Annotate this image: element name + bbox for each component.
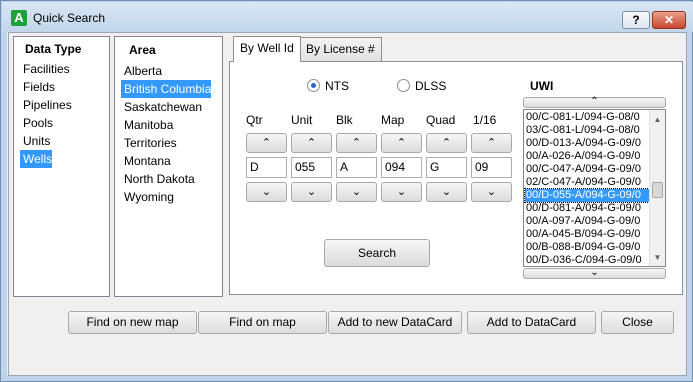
find-on-new-map-button[interactable]: Find on new map [68,311,197,334]
qtr-up-button[interactable]: ⌃ [246,133,287,153]
unit-field[interactable]: 055 [291,157,332,178]
unit-down-button[interactable]: ⌄ [291,182,332,202]
quad-label: Quad [426,113,456,127]
uwi-list-item[interactable]: 00/D-055-A/094-G-09/0 [524,188,652,203]
map-label: Map [381,113,405,127]
area-item[interactable]: Wyoming [121,188,174,206]
scroll-up-arrow-icon[interactable]: ▲ [650,112,665,127]
scroll-down-arrow-icon[interactable]: ▼ [650,250,665,265]
close-window-button[interactable]: ✕ [652,11,686,29]
chevron-up-icon: ⌃ [396,137,407,149]
uwi-list-item[interactable]: 00/A-045-B/094-G-09/0 [525,228,651,241]
add-to-datacard-button[interactable]: Add to DataCard [467,311,596,334]
sixteenth-label: 1/16 [473,113,497,127]
blk-up-button[interactable]: ⌃ [336,133,377,153]
chevron-up-icon: ⌃ [261,137,272,149]
blk-down-button[interactable]: ⌄ [336,182,377,202]
help-button[interactable]: ? [622,11,650,29]
area-item[interactable]: Montana [121,152,171,170]
data-type-item[interactable]: Wells [20,150,53,168]
title-bar: A Quick Search ? ✕ [2,2,693,32]
area-panel: Area Alberta British Columbia Saskatchewan… [114,36,223,297]
blk-label: Blk [336,113,353,127]
map-down-button[interactable]: ⌄ [381,182,422,202]
chevron-up-icon: ⌃ [351,137,362,149]
search-button[interactable]: Search [324,239,430,267]
unit-up-button[interactable]: ⌃ [291,133,332,153]
area-item[interactable]: British Columbia [121,80,212,98]
find-on-map-button[interactable]: Find on map [198,311,327,334]
quad-down-button[interactable]: ⌄ [426,182,467,202]
data-type-item[interactable]: Units [20,132,50,150]
uwi-list-item[interactable]: 03/C-081-L/094-G-08/0 [525,124,651,137]
data-type-item[interactable]: Pools [20,114,53,132]
area-item[interactable]: Saskatchewan [121,98,202,116]
chevron-down-icon: ⌄ [261,186,272,198]
quad-field[interactable]: G [426,157,467,178]
chevron-up-icon: ⌃ [486,137,497,149]
uwi-scrollbar[interactable]: ▲ ▼ [649,110,665,266]
chevron-down-icon: ⌄ [590,267,599,278]
data-type-panel: Data Type Facilities Fields Pipelines Pools… [13,36,110,297]
area-item[interactable]: Territories [121,134,177,152]
area-item[interactable]: Manitoba [121,116,173,134]
sixteenth-down-button[interactable]: ⌄ [471,182,512,202]
dlss-label: DLSS [415,79,447,93]
quick-search-window: A Quick Search ? ✕ Data Type Facilities F… [0,0,693,382]
chevron-down-icon: ⌄ [486,186,497,198]
chevron-down-icon: ⌄ [441,186,452,198]
uwi-list-item[interactable]: 00/A-097-A/094-G-09/0 [525,215,651,228]
uwi-list-item[interactable]: 00/C-047-A/094-G-09/0 [525,163,651,176]
uwi-list-item[interactable]: 00/D-013-A/094-G-09/0 [525,137,651,150]
unit-label: Unit [291,113,313,127]
chevron-up-icon: ⌃ [306,137,317,149]
uwi-list-item[interactable]: 00/D-036-C/094-G-09/0 [525,254,651,266]
window-title: Quick Search [33,11,106,25]
chevron-down-icon: ⌄ [396,186,407,198]
data-type-title: Data Type [25,42,82,56]
area-item[interactable]: North Dakota [121,170,195,188]
data-type-item[interactable]: Fields [20,78,55,96]
add-to-new-datacard-button[interactable]: Add to new DataCard [328,311,462,334]
chevron-up-icon: ⌃ [590,96,599,107]
chevron-down-icon: ⌄ [306,186,317,198]
tab-by-license[interactable]: By License # [299,37,382,61]
dlss-radio[interactable] [397,79,410,92]
chevron-down-icon: ⌄ [351,186,362,198]
data-type-item[interactable]: Facilities [20,60,70,78]
chevron-up-icon: ⌃ [441,137,452,149]
nts-label: NTS [325,79,349,93]
uwi-list-item[interactable]: 02/C-047-A/094-G-09/0 [525,176,651,189]
tab-by-well-id[interactable]: By Well Id [233,36,301,62]
nts-radio[interactable] [307,79,320,92]
uwi-title: UWI [530,79,554,93]
sixteenth-field[interactable]: 09 [471,157,512,178]
area-item[interactable]: Alberta [121,62,162,80]
area-title: Area [129,43,156,57]
uwi-list-item[interactable]: 00/A-026-A/094-G-09/0 [525,150,651,163]
uwi-list[interactable]: 00/C-081-L/094-G-08/0 03/C-081-L/094-G-08… [523,109,666,267]
uwi-scroll-up-button[interactable]: ⌃ [523,97,666,108]
data-type-item[interactable]: Pipelines [20,96,72,114]
app-icon: A [11,10,27,26]
uwi-list-item[interactable]: 00/D-081-A/094-G-09/0 [525,202,651,215]
quad-up-button[interactable]: ⌃ [426,133,467,153]
uwi-list-item[interactable]: 00/B-088-B/094-G-09/0 [525,241,651,254]
qtr-down-button[interactable]: ⌄ [246,182,287,202]
map-up-button[interactable]: ⌃ [381,133,422,153]
close-button[interactable]: Close [601,311,674,334]
uwi-list-item[interactable]: 00/C-081-L/094-G-08/0 [525,111,651,124]
qtr-field[interactable]: D [246,157,287,178]
scroll-thumb[interactable] [652,182,663,198]
qtr-label: Qtr [246,113,263,127]
map-field[interactable]: 094 [381,157,422,178]
blk-field[interactable]: A [336,157,377,178]
uwi-scroll-down-button[interactable]: ⌄ [523,268,666,279]
sixteenth-up-button[interactable]: ⌃ [471,133,512,153]
